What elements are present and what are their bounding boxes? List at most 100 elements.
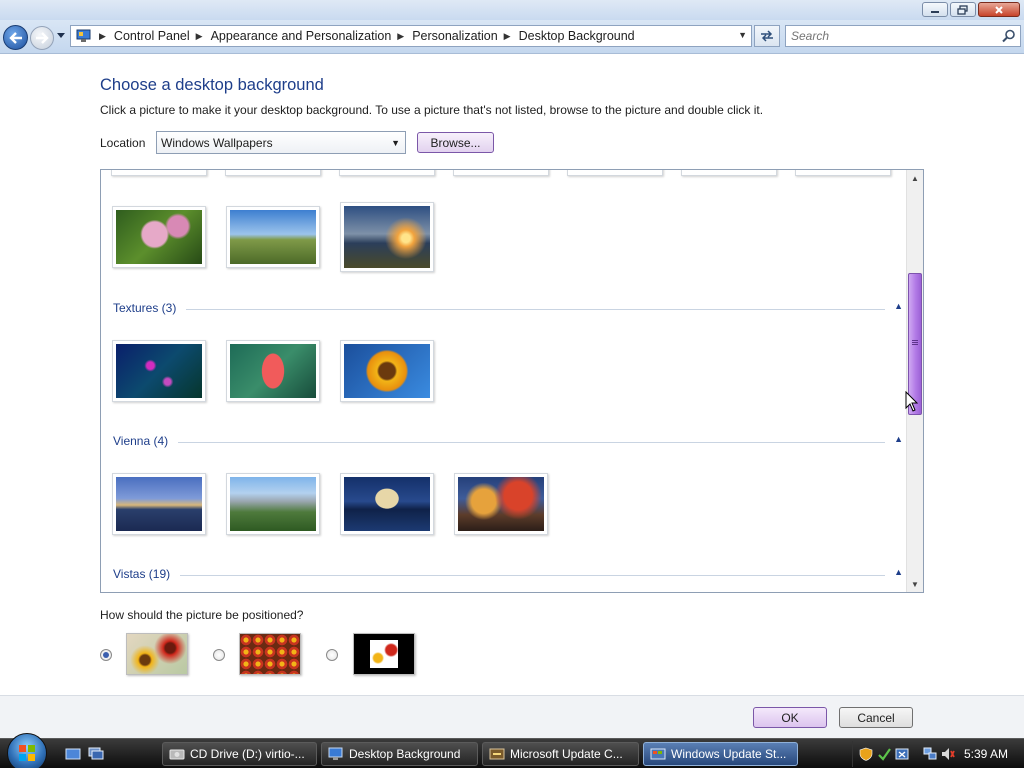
center-preview-icon[interactable] bbox=[353, 633, 415, 675]
chevron-up-icon[interactable]: ▲ bbox=[894, 301, 903, 311]
breadcrumb-separator-icon[interactable]: ▶ bbox=[397, 31, 404, 42]
wallpaper-image bbox=[344, 477, 430, 531]
divider bbox=[113, 309, 885, 310]
back-arrow-icon bbox=[8, 31, 22, 44]
group-header-vistas[interactable]: Vistas (19) ▲ bbox=[113, 567, 903, 583]
breadcrumb-personalization[interactable]: Personalization bbox=[412, 29, 497, 43]
address-dropdown-icon[interactable]: ▼ bbox=[738, 30, 747, 40]
chevron-up-icon[interactable]: ▲ bbox=[894, 434, 903, 444]
action-center-icon[interactable] bbox=[895, 747, 909, 761]
wallpaper-image bbox=[116, 344, 202, 398]
main-content: Choose a desktop background Click a pict… bbox=[0, 54, 1024, 695]
clock[interactable]: 5:39 AM bbox=[964, 747, 1008, 761]
wallpaper-thumbnail[interactable] bbox=[454, 473, 548, 535]
forward-arrow-icon bbox=[36, 32, 49, 44]
radio-tile[interactable] bbox=[213, 649, 225, 661]
control-panel-icon bbox=[75, 28, 93, 44]
search-input[interactable] bbox=[786, 26, 986, 46]
wallpaper-thumbnail[interactable] bbox=[453, 170, 549, 176]
wallpaper-thumbnail[interactable] bbox=[112, 206, 206, 268]
wallpaper-thumbnail[interactable] bbox=[340, 202, 434, 272]
vertical-scrollbar[interactable]: ▲ ▼ bbox=[906, 170, 923, 592]
minimize-icon[interactable] bbox=[922, 2, 948, 17]
refresh-icon bbox=[761, 30, 773, 42]
taskbar-task-microsoft-update[interactable]: Microsoft Update C... bbox=[482, 742, 639, 766]
taskbar-task-desktop-background[interactable]: Desktop Background bbox=[321, 742, 478, 766]
taskbar-task-windows-update[interactable]: Windows Update St... bbox=[643, 742, 798, 766]
breadcrumb-control-panel[interactable]: Control Panel bbox=[114, 29, 190, 43]
wallpaper-thumbnail[interactable] bbox=[112, 340, 206, 402]
wallpaper-thumbnail[interactable] bbox=[226, 340, 320, 402]
ok-button[interactable]: OK bbox=[753, 707, 827, 728]
breadcrumb-separator-icon[interactable]: ▶ bbox=[196, 31, 203, 42]
breadcrumb-desktop-background[interactable]: Desktop Background bbox=[519, 29, 635, 43]
task-label: CD Drive (D:) virtio-... bbox=[190, 747, 305, 761]
wallpaper-thumbnail[interactable] bbox=[226, 206, 320, 268]
search-icon[interactable] bbox=[1002, 29, 1016, 43]
wallpaper-image bbox=[116, 210, 202, 264]
wallpaper-thumbnail[interactable] bbox=[226, 473, 320, 535]
search-box[interactable] bbox=[785, 25, 1021, 47]
group-header-textures[interactable]: Textures (3) ▲ bbox=[113, 301, 903, 317]
windows-logo-icon bbox=[19, 745, 35, 761]
wallpaper-thumbnail[interactable] bbox=[795, 170, 891, 176]
mouse-cursor-icon bbox=[905, 391, 919, 412]
group-header-vienna[interactable]: Vienna (4) ▲ bbox=[113, 434, 903, 450]
wallpaper-image bbox=[344, 206, 430, 268]
wallpaper-gallery[interactable]: Textures (3) ▲ Vienna (4) ▲ Vistas (19) … bbox=[100, 169, 924, 593]
wallpaper-thumbnail[interactable] bbox=[340, 340, 434, 402]
update-icon bbox=[489, 748, 505, 760]
location-dropdown[interactable]: Windows Wallpapers ▼ bbox=[156, 131, 406, 154]
breadcrumb-separator-icon: ▶ bbox=[99, 30, 106, 41]
forward-button[interactable] bbox=[30, 26, 54, 50]
maximize-icon[interactable] bbox=[950, 2, 976, 17]
cancel-button[interactable]: Cancel bbox=[839, 707, 913, 728]
switch-windows-icon[interactable] bbox=[88, 747, 104, 761]
breadcrumb-separator-icon[interactable]: ▶ bbox=[504, 31, 511, 42]
wallpaper-thumbnail[interactable] bbox=[681, 170, 777, 176]
scroll-up-arrow-icon[interactable]: ▲ bbox=[907, 170, 923, 186]
wallpaper-thumbnail[interactable] bbox=[339, 170, 435, 176]
security-shield-icon[interactable] bbox=[859, 747, 873, 761]
browse-button[interactable]: Browse... bbox=[417, 132, 494, 153]
back-button[interactable] bbox=[3, 25, 28, 50]
notification-area: 5:39 AM bbox=[852, 741, 1024, 767]
close-icon[interactable] bbox=[978, 2, 1020, 17]
refresh-button[interactable] bbox=[754, 25, 780, 47]
window-controls bbox=[922, 2, 1020, 17]
tile-preview-icon[interactable] bbox=[239, 633, 301, 675]
windows-update-tray-icon[interactable] bbox=[877, 747, 891, 761]
positioning-question: How should the picture be positioned? bbox=[100, 608, 304, 622]
radio-center[interactable] bbox=[326, 649, 338, 661]
wallpaper-thumbnail[interactable] bbox=[111, 170, 207, 176]
taskbar: CD Drive (D:) virtio-... Desktop Backgro… bbox=[0, 733, 1024, 768]
taskbar-task-cd-drive[interactable]: CD Drive (D:) virtio-... bbox=[162, 742, 317, 766]
task-label: Windows Update St... bbox=[671, 747, 787, 761]
wallpaper-thumbnail[interactable] bbox=[112, 473, 206, 535]
chevron-down-icon: ▼ bbox=[391, 138, 400, 148]
address-bar[interactable]: ▶ Control Panel ▶ Appearance and Persona… bbox=[70, 25, 752, 47]
divider bbox=[113, 442, 885, 443]
show-desktop-icon[interactable] bbox=[65, 747, 81, 761]
wallpaper-thumbnail[interactable] bbox=[225, 170, 321, 176]
breadcrumb-appearance[interactable]: Appearance and Personalization bbox=[211, 29, 392, 43]
group-label: Textures (3) bbox=[113, 301, 187, 315]
chevron-up-icon[interactable]: ▲ bbox=[894, 567, 903, 577]
wallpaper-thumbnail[interactable] bbox=[567, 170, 663, 176]
history-dropdown-icon[interactable] bbox=[57, 33, 65, 39]
wallpaper-image bbox=[116, 477, 202, 531]
scroll-down-arrow-icon[interactable]: ▼ bbox=[907, 576, 923, 592]
group-label: Vienna (4) bbox=[113, 434, 179, 448]
grip-icon bbox=[912, 340, 918, 346]
navigation-bar: ▶ Control Panel ▶ Appearance and Persona… bbox=[0, 20, 1024, 54]
fill-screen-preview-icon[interactable] bbox=[126, 633, 188, 675]
wallpaper-thumbnail[interactable] bbox=[340, 473, 434, 535]
location-label: Location bbox=[100, 136, 146, 150]
control-panel-icon bbox=[328, 747, 343, 760]
start-button[interactable] bbox=[7, 733, 47, 768]
group-label: Vistas (19) bbox=[113, 567, 181, 581]
network-icon[interactable] bbox=[923, 747, 937, 761]
radio-fill-screen[interactable] bbox=[100, 649, 112, 661]
volume-muted-icon[interactable] bbox=[941, 747, 955, 761]
gallery-list: Textures (3) ▲ Vienna (4) ▲ Vistas (19) … bbox=[101, 170, 906, 592]
